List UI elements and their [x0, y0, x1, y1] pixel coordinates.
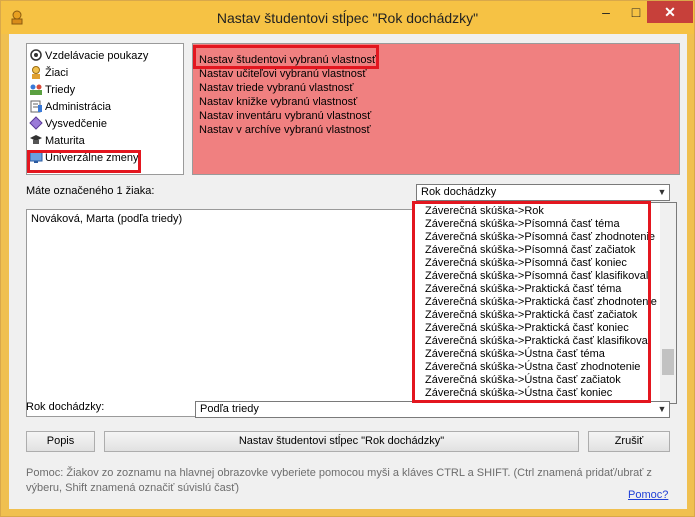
action-item[interactable]: Nastav knižke vybranú vlastnosť — [199, 95, 357, 109]
apply-button[interactable]: Nastav študentovi stĺpec "Rok dochádzky" — [104, 431, 579, 452]
help-link[interactable]: Pomoc? — [628, 489, 668, 501]
title-bar[interactable]: Nastav študentovi stĺpec "Rok dochádzky"… — [1, 1, 694, 34]
tree-item-students[interactable]: Žiaci — [29, 65, 68, 81]
tree-item-label: Administrácia — [45, 101, 112, 113]
value-combo[interactable]: Podľa triedy ▼ — [195, 401, 670, 418]
voucher-icon — [30, 49, 42, 61]
action-item[interactable]: Nastav triede vybranú vlastnosť — [199, 81, 354, 95]
list-item[interactable]: Nováková, Marta (podľa triedy) — [31, 213, 182, 225]
action-item[interactable]: Nastav v archíve vybranú vlastnosť — [199, 123, 371, 137]
minimize-button[interactable]: – — [591, 1, 621, 23]
tree-item-administration[interactable]: Administrácia — [29, 99, 111, 115]
tree-item-label: Vysvedčenie — [45, 118, 107, 130]
value-label: Rok dochádzky: — [26, 401, 105, 413]
scrollbar-thumb[interactable] — [662, 349, 674, 375]
tree-item-label: Maturita — [45, 135, 85, 147]
tree-item-label: Žiaci — [45, 67, 69, 79]
help-text: Pomoc: Žiakov zo zoznamu na hlavnej obra… — [26, 467, 652, 494]
action-item[interactable]: Nastav učiteľovi vybranú vlastnosť — [199, 67, 367, 81]
highlight-universal-changes — [27, 150, 141, 173]
tree-item-vouchers[interactable]: Vzdelávacie poukazy — [29, 48, 148, 64]
cancel-button[interactable]: Zrušiť — [588, 431, 670, 452]
admin-icon — [30, 100, 42, 113]
selected-students-list[interactable]: Nováková, Marta (podľa triedy) — [26, 209, 425, 417]
highlight-dropdown — [412, 201, 651, 403]
describe-button[interactable]: Popis — [26, 431, 95, 452]
tree-item-label: Vzdelávacie poukazy — [45, 50, 149, 62]
tree-item-classes[interactable]: Triedy — [29, 82, 75, 98]
value-combo-value: Podľa triedy — [200, 403, 259, 415]
certificate-icon — [29, 116, 43, 130]
tree-item-label: Triedy — [45, 84, 76, 96]
highlight-student-action — [193, 45, 379, 69]
action-item[interactable]: Nastav inventáru vybranú vlastnosť — [199, 109, 371, 123]
students-icon — [32, 66, 40, 79]
tree-item-certificate[interactable]: Vysvedčenie — [29, 116, 107, 132]
close-button[interactable]: ✕ — [647, 1, 693, 23]
dropdown-scrollbar[interactable] — [660, 203, 676, 403]
dialog-window: Nastav študentovi stĺpec "Rok dochádzky"… — [0, 0, 695, 517]
column-combo[interactable]: Rok dochádzky ▼ — [416, 184, 670, 201]
tree-item-graduation[interactable]: Maturita — [29, 133, 85, 149]
selection-count-label: Máte označeného 1 žiaka: — [26, 185, 155, 197]
dialog-body: Vzdelávacie poukazy Žiaci Triedy Adminis… — [9, 34, 687, 509]
column-combo-value: Rok dochádzky — [421, 186, 497, 198]
graduation-icon — [30, 135, 42, 144]
classes-icon — [30, 84, 42, 95]
chevron-down-icon[interactable]: ▼ — [655, 402, 669, 417]
chevron-down-icon[interactable]: ▼ — [655, 185, 669, 200]
